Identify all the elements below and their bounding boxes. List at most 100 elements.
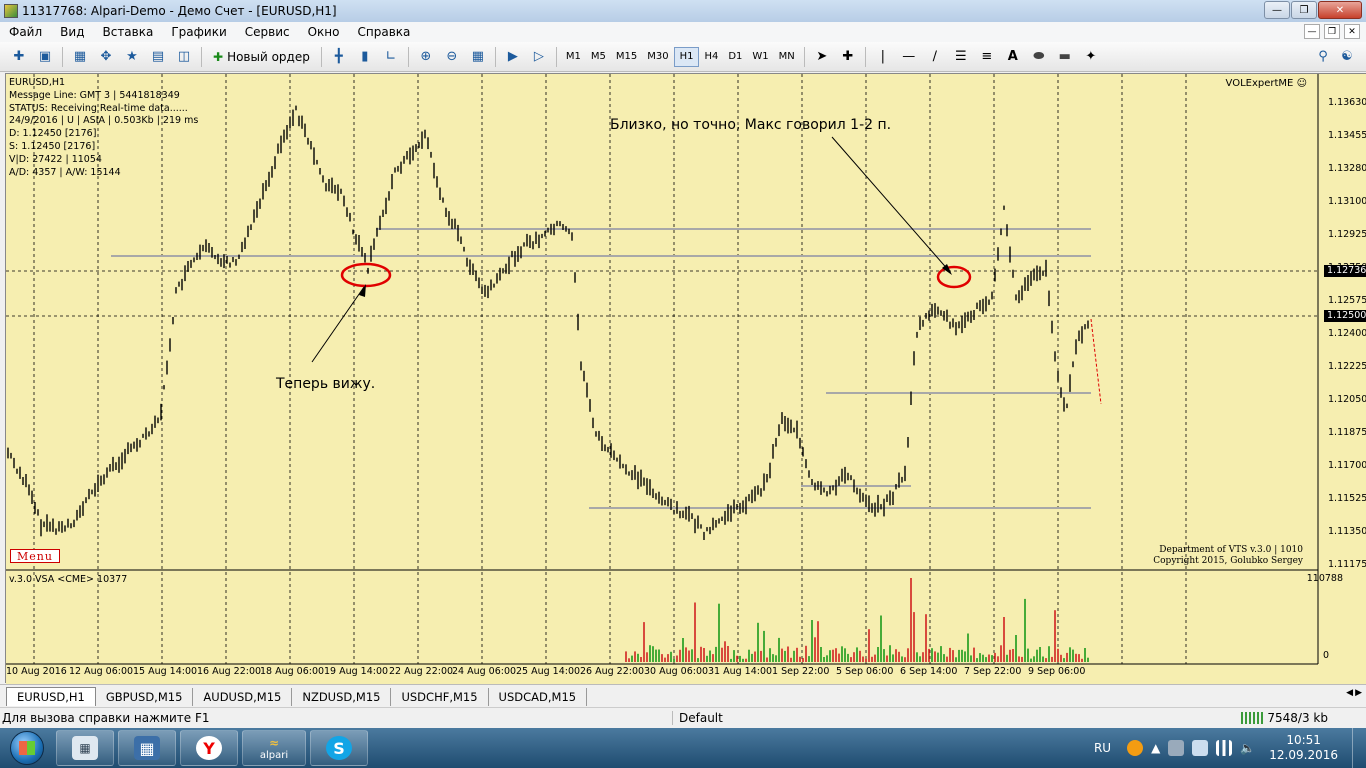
annotation-close-but-accurate: Близко, но точно, Макс говорил 1-2 п. (610, 117, 892, 133)
chart-shift-icon[interactable]: ▷ (528, 46, 550, 68)
mdi-controls: — ❐ ✕ (1304, 24, 1360, 39)
bar-chart-icon[interactable]: ╋ (328, 46, 350, 68)
menu-bar: Файл Вид Вставка Графики Сервис Окно Спр… (0, 22, 1366, 42)
timeframe-h4[interactable]: H4 (699, 47, 723, 67)
windows-logo-icon (10, 731, 44, 765)
price-tick-label: 1.11175 (1328, 559, 1366, 570)
mdi-restore-button[interactable]: ❐ (1324, 24, 1340, 39)
flag-icon[interactable] (1192, 740, 1209, 756)
tile-windows-icon[interactable]: ▦ (467, 46, 489, 68)
window-controls: — ❐ ✕ (1264, 1, 1362, 19)
connection-bars-icon (1241, 712, 1264, 724)
calculator-icon: ▦ (72, 736, 98, 760)
tab-nzdusd[interactable]: NZDUSD,M15 (292, 688, 392, 706)
show-desktop-button[interactable] (1352, 728, 1366, 768)
text-tool-icon[interactable]: A (1002, 46, 1024, 68)
tab-left-arrow-icon[interactable]: ◀ (1346, 688, 1353, 698)
account-icon[interactable]: ☯ (1336, 46, 1358, 68)
new-order-label: Новый ордер (227, 49, 310, 64)
taskbar-alpari[interactable]: ≈ alpari (242, 730, 306, 766)
rectangle-icon[interactable]: ▬ (1054, 46, 1076, 68)
line-chart-icon[interactable]: ∟ (380, 46, 402, 68)
tray-app-icon[interactable] (1127, 740, 1144, 756)
indicator-menu-button[interactable]: Menu (10, 549, 60, 563)
tray-expand-icon[interactable]: ▲ (1151, 741, 1160, 755)
power-icon[interactable] (1168, 740, 1185, 756)
new-chart-icon[interactable]: ✚ (8, 46, 30, 68)
menu-view[interactable]: Вид (51, 25, 93, 39)
mdi-minimize-button[interactable]: — (1304, 24, 1320, 39)
connection-status[interactable]: 7548/3 kb (1241, 711, 1328, 725)
minimize-button[interactable]: — (1264, 1, 1290, 19)
new-order-button[interactable]: ✚ Новый ордер (206, 46, 317, 68)
tester-icon[interactable]: ◫ (173, 46, 195, 68)
chart-window[interactable]: EURUSD,H1 Message Line: GMT 3 | 54418183… (5, 73, 1366, 684)
channel-icon[interactable]: ☰ (950, 46, 972, 68)
cursor-icon[interactable]: ➤ (811, 46, 833, 68)
menu-window[interactable]: Окно (299, 25, 349, 39)
app-icon (4, 4, 18, 18)
fibonacci-icon[interactable]: ≡ (976, 46, 998, 68)
autoscroll-icon[interactable]: ▶ (502, 46, 524, 68)
toolbar-divider (555, 46, 557, 67)
profiles-icon[interactable]: ▣ (34, 46, 56, 68)
tab-usdchf[interactable]: USDCHF,M15 (391, 688, 489, 706)
taskbar-calculator[interactable]: ▦ (56, 730, 114, 766)
timeframe-m5[interactable]: M5 (586, 47, 611, 67)
toolbar-divider (201, 46, 202, 67)
timeframe-d1[interactable]: D1 (723, 47, 747, 67)
start-button[interactable] (0, 728, 54, 768)
tab-right-arrow-icon[interactable]: ▶ (1355, 688, 1362, 698)
timeframe-h1[interactable]: H1 (673, 46, 700, 67)
menu-help[interactable]: Справка (349, 25, 420, 39)
chart-canvas[interactable] (6, 74, 1366, 684)
market-watch-icon[interactable]: ▦ (69, 46, 91, 68)
candlestick-icon[interactable]: ▮ (354, 46, 376, 68)
zoom-in-icon[interactable]: ⊕ (415, 46, 437, 68)
crosshair-icon[interactable]: ✚ (837, 46, 859, 68)
chart-tabs: EURUSD,H1 GBPUSD,M15 AUDUSD,M15 NZDUSD,M… (0, 684, 1366, 706)
tab-audusd[interactable]: AUDUSD,M15 (193, 688, 293, 706)
timeframe-mn[interactable]: MN (774, 47, 800, 67)
maximize-button[interactable]: ❐ (1291, 1, 1317, 19)
menu-insert[interactable]: Вставка (93, 25, 162, 39)
timeframe-m30[interactable]: M30 (642, 47, 673, 67)
horizontal-line-icon[interactable]: — (898, 46, 920, 68)
time-tick-label: 30 Aug 06:00 (644, 666, 709, 677)
info-line: V|D: 27422 | 11054 (9, 153, 102, 165)
favorites-icon[interactable]: ★ (121, 46, 143, 68)
new-order-icon: ✚ (213, 49, 224, 64)
volume-icon[interactable]: 🔈 (1240, 741, 1255, 755)
skype-icon: S (326, 736, 352, 760)
tab-gbpusd[interactable]: GBPUSD,M15 (96, 688, 194, 706)
taskbar-computer[interactable]: ▦ (118, 730, 176, 766)
zoom-out-icon[interactable]: ⊖ (441, 46, 463, 68)
language-indicator[interactable]: RU (1094, 741, 1111, 755)
price-tick-label: 1.12925 (1328, 229, 1366, 240)
taskbar-yandex[interactable]: Y (180, 730, 238, 766)
clock[interactable]: 10:51 12.09.2016 (1269, 733, 1338, 763)
mdi-close-button[interactable]: ✕ (1344, 24, 1360, 39)
close-button[interactable]: ✕ (1318, 1, 1362, 19)
timeframe-w1[interactable]: W1 (747, 47, 773, 67)
info-line: 24/9/2016 | U | ASIA | 0.503Kb | 219 ms (9, 115, 199, 127)
navigator-icon[interactable]: ✥ (95, 46, 117, 68)
menu-tools[interactable]: Сервис (236, 25, 299, 39)
network-icon[interactable] (1216, 740, 1233, 756)
arrows-icon[interactable]: ✦ (1080, 46, 1102, 68)
timeframe-m15[interactable]: M15 (611, 47, 642, 67)
ellipse-icon[interactable]: ⬬ (1028, 46, 1050, 68)
terminal-icon[interactable]: ▤ (147, 46, 169, 68)
vertical-line-icon[interactable]: | (872, 46, 894, 68)
timeframe-m1[interactable]: M1 (561, 47, 586, 67)
search-icon[interactable]: ⚲ (1312, 46, 1334, 68)
menu-charts[interactable]: Графики (162, 25, 235, 39)
tab-eurusd[interactable]: EURUSD,H1 (6, 687, 96, 706)
time-tick-label: 12 Aug 06:00 (69, 666, 134, 677)
tab-scroll: ◀ ▶ (1346, 688, 1362, 698)
annotation-now-i-see: Теперь вижу. (276, 376, 376, 392)
tab-usdcad[interactable]: USDCAD,M15 (489, 688, 588, 706)
trendline-icon[interactable]: ∕ (924, 46, 946, 68)
taskbar-skype[interactable]: S (310, 730, 368, 766)
menu-file[interactable]: Файл (0, 25, 51, 39)
